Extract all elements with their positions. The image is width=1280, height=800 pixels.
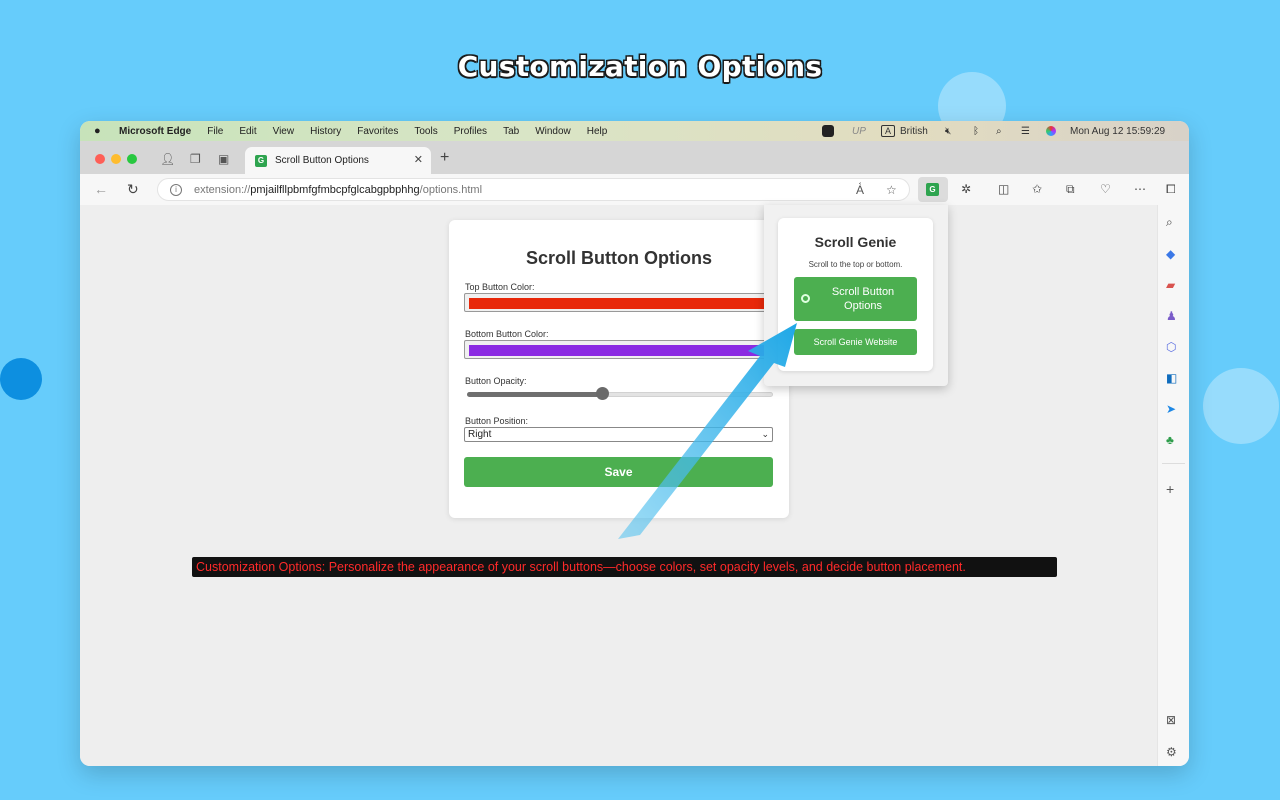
scroll-button-options-button[interactable]: Scroll Button Options [794, 277, 917, 321]
menu-favorites[interactable]: Favorites [357, 126, 398, 137]
sidebar-tools-icon[interactable]: ▰ [1166, 278, 1175, 292]
menu-file[interactable]: File [207, 126, 223, 137]
collections-icon[interactable]: ⧉ [1066, 182, 1075, 197]
sidebar-copilot-icon[interactable]: ⬡ [1166, 340, 1176, 354]
menu-bar: ● Microsoft Edge File Edit View History … [80, 121, 1189, 141]
tab-actions-icon[interactable]: ▣ [218, 152, 229, 166]
close-window-button[interactable] [95, 154, 105, 164]
status-up[interactable]: UP [852, 121, 866, 141]
save-button[interactable]: Save [464, 457, 773, 487]
read-aloud-icon[interactable]: A᷾ [856, 183, 864, 197]
clock[interactable]: Mon Aug 12 15:59:29 [1070, 121, 1165, 141]
popup-title: Scroll Genie [814, 234, 897, 250]
opacity-slider-fill [467, 392, 602, 397]
input-badge: A [881, 125, 896, 137]
browser-window: ● Microsoft Edge File Edit View History … [80, 121, 1189, 766]
sidebar-divider [1162, 463, 1185, 464]
position-label: Button Position: [465, 416, 529, 426]
new-tab-button[interactable]: + [440, 149, 449, 167]
scroll-genie-extension-button[interactable]: G [918, 177, 948, 202]
page-content: Scroll Button Options Top Button Color: … [80, 205, 1157, 766]
browser-essentials-icon[interactable]: ♡ [1100, 182, 1111, 196]
sidebar-outlook-icon[interactable]: ◧ [1166, 371, 1177, 385]
sidebar-screen-icon[interactable]: ⊠ [1166, 713, 1176, 727]
scroll-genie-icon: G [926, 183, 939, 196]
position-select[interactable]: Right ⌄ [464, 427, 773, 442]
url-path: /options.html [419, 183, 483, 196]
bottom-color-label: Bottom Button Color: [465, 329, 549, 339]
opacity-label: Button Opacity: [465, 376, 527, 386]
tab-label: Scroll Button Options [275, 155, 369, 166]
popup-card: Scroll Genie Scroll to the top or bottom… [778, 218, 933, 371]
favorites-icon[interactable]: ✩ [1032, 182, 1042, 196]
extension-popup: Scroll Genie Scroll to the top or bottom… [764, 205, 948, 386]
extensions-icon[interactable]: ✲ [961, 182, 971, 196]
decorative-circle [1203, 368, 1279, 444]
status-app-icon[interactable] [822, 121, 834, 141]
mute-icon[interactable]: 🔇︎ [945, 121, 951, 141]
url-host: pmjailfllpbmfgfmbcpfglcabgpbphhg [250, 183, 420, 196]
profile-icon[interactable]: 👤︎ [160, 152, 175, 166]
top-color-label: Top Button Color: [465, 282, 535, 292]
top-color-swatch [469, 298, 775, 309]
scroll-genie-website-button[interactable]: Scroll Genie Website [794, 329, 917, 355]
toolbar: ← ↻ i extension://pmjailfllpbmfgfmbcpfgl… [80, 174, 1189, 205]
menu-help[interactable]: Help [587, 126, 608, 137]
page-title: Customization Options [457, 50, 823, 83]
decorative-circle [0, 358, 42, 400]
bottom-color-swatch [469, 345, 775, 356]
options-card: Scroll Button Options Top Button Color: … [449, 220, 789, 518]
url-text[interactable]: extension://pmjailfllpbmfgfmbcpfglcabgpb… [194, 184, 482, 196]
input-source[interactable]: A British [881, 121, 928, 141]
sidebar-search-icon[interactable]: ⌕ [1166, 215, 1173, 230]
top-color-input[interactable] [464, 293, 776, 312]
bottom-color-input[interactable] [464, 340, 776, 359]
sidebar-toggle-icon[interactable]: ⧠ [1166, 182, 1176, 197]
chevron-down-icon: ⌄ [761, 429, 769, 439]
menu-view[interactable]: View [273, 126, 295, 137]
workspaces-icon[interactable]: ❐ [190, 152, 201, 166]
edge-sidebar: ⌕ ◆ ▰ ♟ ⬡ ◧ ➤ ♣ + ⊠ ⚙ [1157, 205, 1189, 766]
url-scheme: extension:// [194, 183, 251, 196]
menu-edit[interactable]: Edit [239, 126, 256, 137]
opacity-slider-thumb[interactable] [595, 387, 609, 400]
input-language: British [900, 125, 928, 137]
refresh-icon[interactable]: ↻ [127, 181, 139, 198]
sidebar-settings-icon[interactable]: ⚙ [1166, 745, 1177, 759]
zoom-window-button[interactable] [127, 154, 137, 164]
sidebar-tree-icon[interactable]: ♣ [1166, 433, 1174, 447]
address-bar[interactable]: i extension://pmjailfllpbmfgfmbcpfglcabg… [157, 178, 910, 201]
close-tab-icon[interactable]: ✕ [414, 153, 423, 166]
tab-bar: 👤︎ ❐ ▣ G Scroll Button Options ✕ + [80, 141, 1189, 174]
back-icon[interactable]: ← [94, 181, 108, 197]
gear-icon [801, 294, 810, 303]
bluetooth-icon[interactable]: ᛒ [973, 121, 979, 141]
split-screen-icon[interactable]: ◫ [998, 182, 1009, 196]
favorite-star-icon[interactable]: ☆ [886, 183, 897, 197]
control-center-icon[interactable]: ☰ [1021, 121, 1030, 141]
options-title: Scroll Button Options [526, 248, 712, 268]
menu-profiles[interactable]: Profiles [454, 126, 487, 137]
apple-icon[interactable]: ● [94, 125, 104, 137]
menu-tab[interactable]: Tab [503, 126, 519, 137]
extension-favicon-icon: G [255, 154, 267, 167]
caption-text: Customization Options: Personalize the a… [192, 557, 1057, 577]
options-button-label: Scroll Button Options [831, 286, 895, 312]
sidebar-shopping-icon[interactable]: ◆ [1166, 247, 1175, 261]
menu-app-name[interactable]: Microsoft Edge [119, 126, 191, 137]
menu-tools[interactable]: Tools [414, 126, 437, 137]
info-icon[interactable]: i [170, 183, 182, 196]
minimize-window-button[interactable] [111, 154, 121, 164]
tab-scroll-button-options[interactable]: G Scroll Button Options ✕ [245, 147, 431, 174]
siri-icon[interactable] [1046, 121, 1056, 141]
sidebar-send-icon[interactable]: ➤ [1166, 402, 1176, 416]
sidebar-add-icon[interactable]: + [1166, 481, 1174, 497]
menu-history[interactable]: History [310, 126, 341, 137]
more-options-icon[interactable]: ⋯ [1134, 182, 1146, 196]
position-select-value: Right [468, 429, 492, 440]
popup-subtitle: Scroll to the top or bottom. [808, 260, 903, 269]
sidebar-games-icon[interactable]: ♟ [1166, 309, 1177, 323]
search-icon[interactable]: ⌕ [996, 121, 1002, 141]
menu-window[interactable]: Window [535, 126, 571, 137]
